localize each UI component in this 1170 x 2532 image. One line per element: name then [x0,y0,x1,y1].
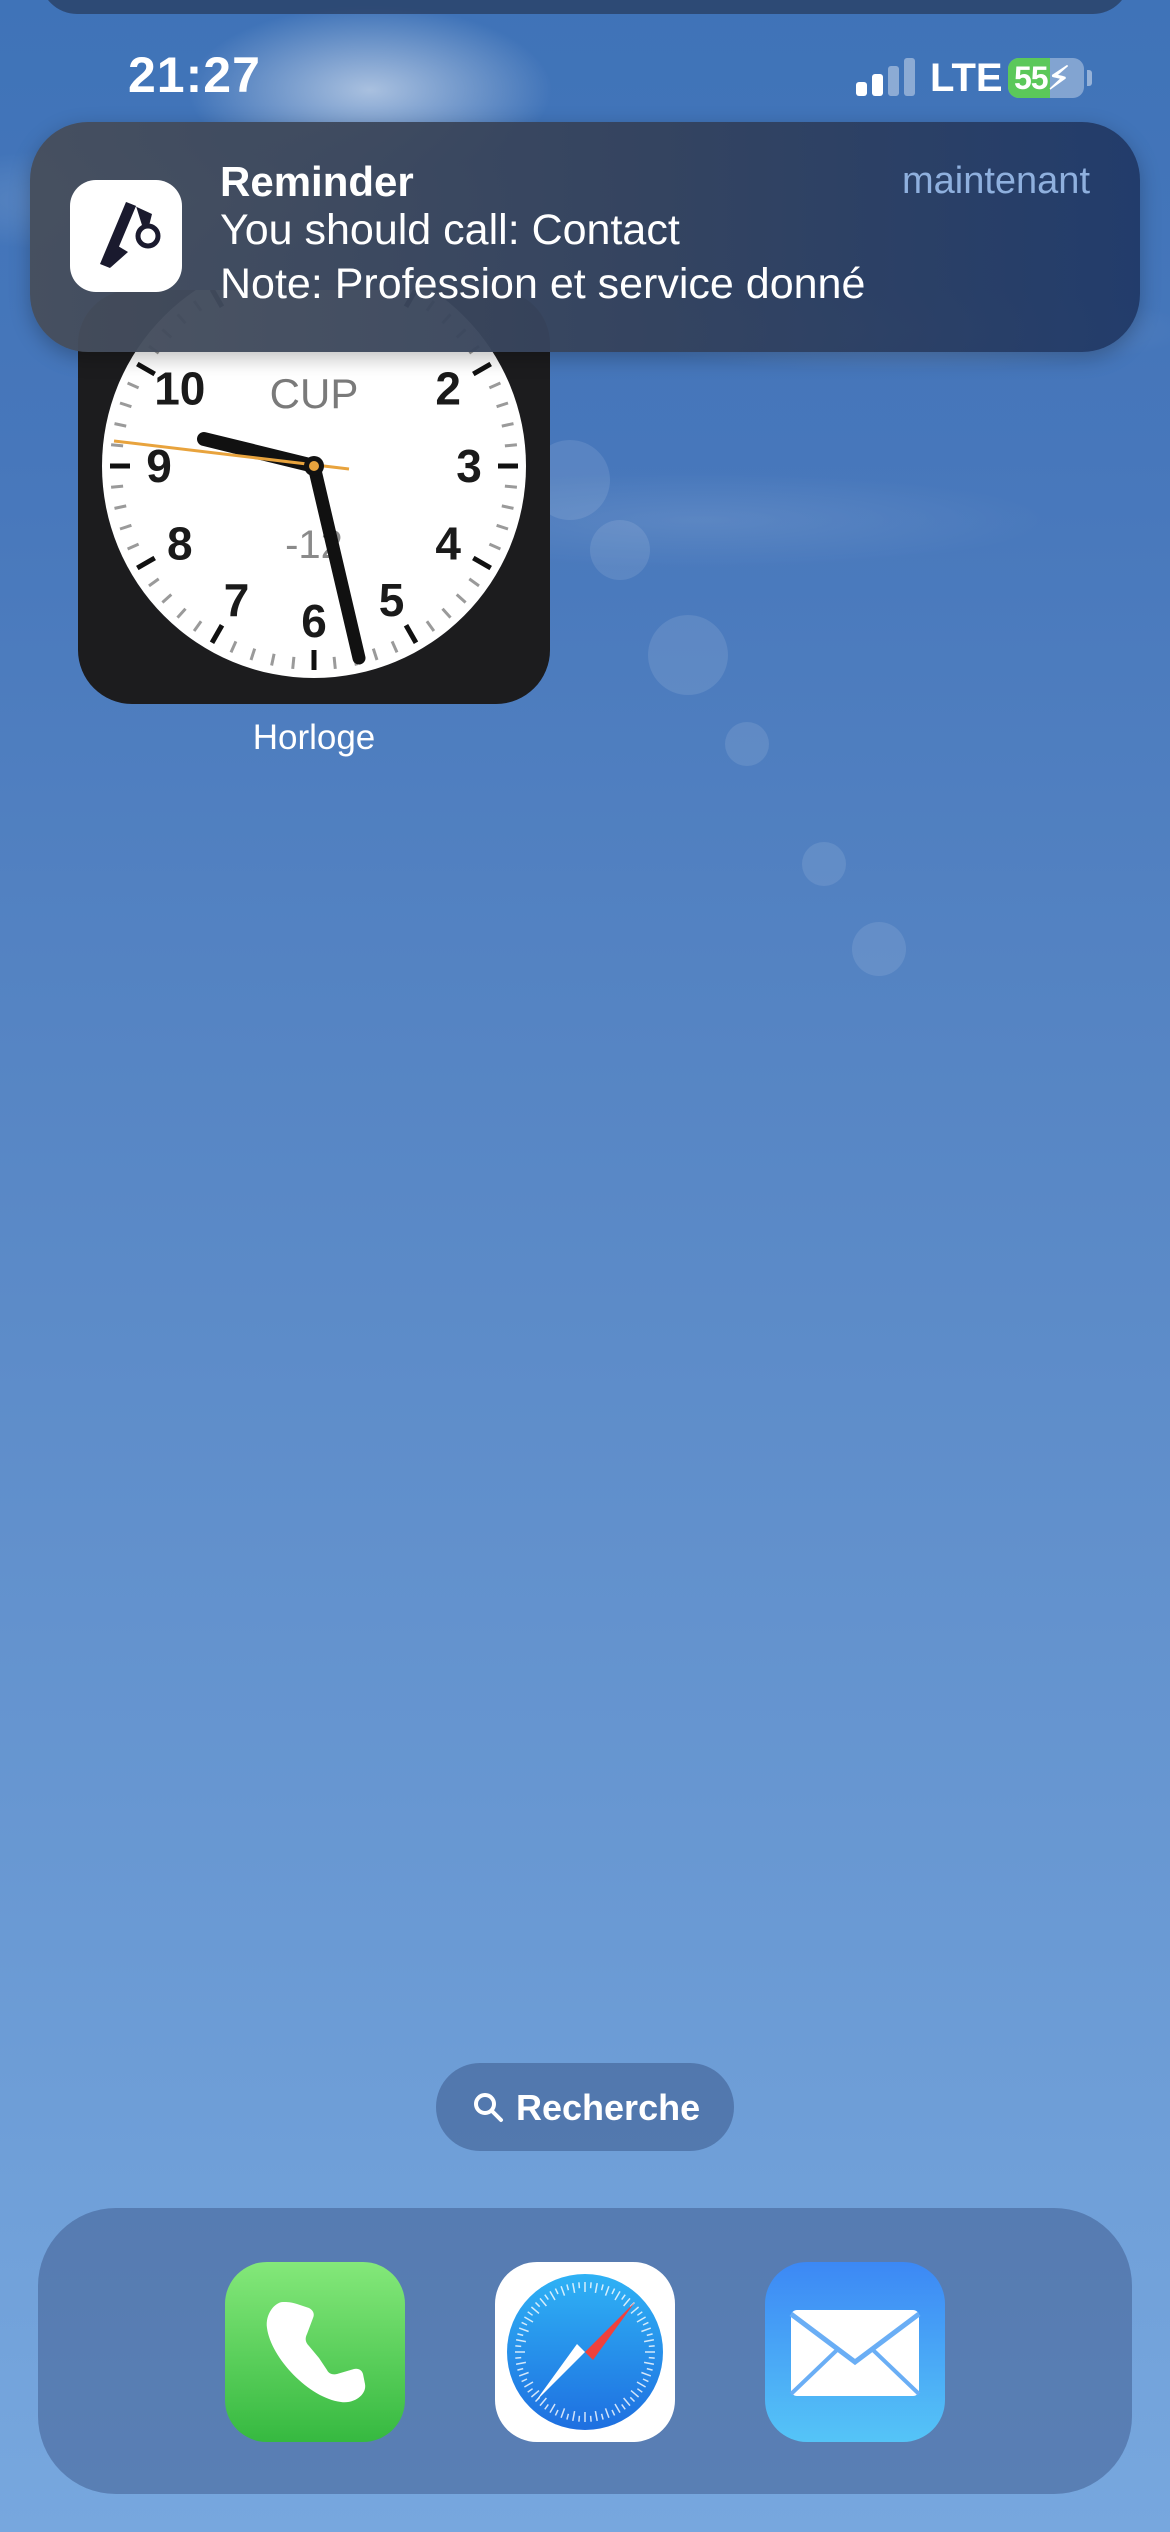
clock-widget[interactable]: CUP -12 10 2 9 3 8 4 7 5 6 [78,290,550,704]
cellular-signal-icon [856,58,916,96]
clock-numeral: 3 [456,440,482,492]
clock-numeral: 2 [435,363,461,415]
clock-widget-label: Horloge [252,718,376,757]
notification-time: maintenant [901,160,1090,202]
battery-icon: 55⚡︎ [1008,58,1084,98]
reminder-notification[interactable]: Reminder maintenant You should call: Con… [30,122,1140,352]
notification-body-line2: Note: Profession et service donné [220,260,866,308]
clock-tick [504,484,518,489]
compass-tick [589,2415,592,2422]
search-label: Recherche [516,2087,701,2128]
phone-app-button[interactable] [225,2262,405,2442]
compass-icon [507,2274,663,2430]
clock-numeral: 10 [154,363,205,415]
lens-flare [802,842,846,886]
battery-percent: 55 [1014,60,1049,96]
clock-city: CUP [270,370,359,417]
mail-app-button[interactable] [765,2262,945,2442]
clock-numeral: 7 [224,574,250,626]
battery-cap [1087,70,1092,86]
network-type: LTE [930,56,1003,100]
clock-numeral: 4 [435,518,461,570]
lens-flare [590,520,650,580]
compass-tick [578,2282,581,2289]
compass-tick [648,2345,655,2348]
clock-center-dot [309,461,319,471]
compass-tick [589,2282,592,2289]
notification-body-line1: You should call: Contact [220,206,680,254]
reminder-app-icon [70,180,182,292]
notification-title: Reminder [220,158,414,205]
clock-numeral: 6 [301,595,327,647]
envelope-icon [789,2310,921,2396]
lens-flare [648,615,728,695]
clock-tick [291,656,296,670]
clock-numeral: 5 [379,574,405,626]
clock-numeral: 8 [167,518,193,570]
search-icon [474,2093,503,2122]
safari-app-button[interactable] [495,2262,675,2442]
compass-tick [515,2345,522,2348]
clock-tick [110,484,124,489]
clock-tick [110,443,124,448]
compass-tick [648,2356,655,2359]
status-time: 21:27 [128,47,261,103]
lens-flare [725,722,769,766]
compass-tick [578,2415,581,2422]
clock-tick [332,656,337,670]
phone-icon [266,2302,366,2403]
notification-stack-edge[interactable] [40,0,1130,14]
clock-tick [504,443,518,448]
search-button[interactable]: Recherche [436,2063,734,2151]
lens-flare [852,922,906,976]
compass-tick [515,2356,522,2359]
